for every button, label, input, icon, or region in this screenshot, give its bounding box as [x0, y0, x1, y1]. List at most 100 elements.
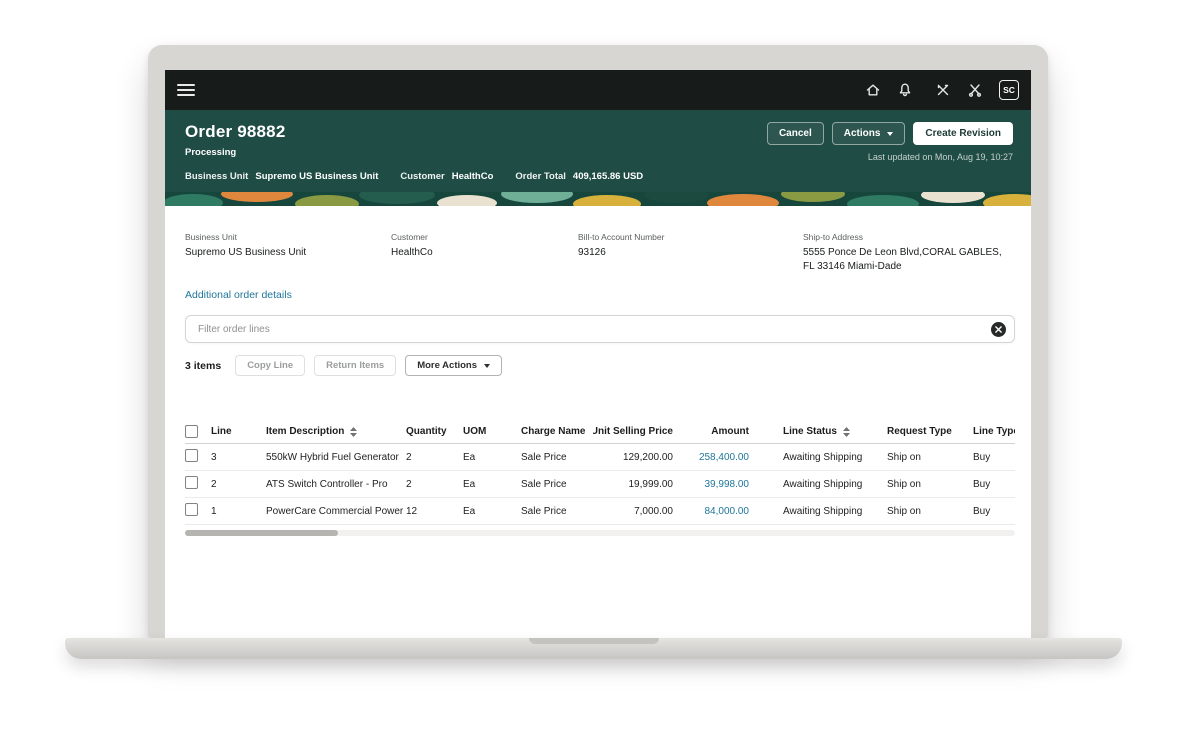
table-row[interactable]: 1 PowerCare Commercial Power M 12 Ea Sal… — [185, 498, 1015, 525]
column-header-request-type: Request Type — [887, 426, 973, 437]
column-header-line-type: Line Type — [973, 426, 1015, 437]
order-detail-fields: Business Unit Supremo US Business Unit C… — [185, 232, 1015, 273]
cell-unit-selling-price: 7,000.00 — [593, 506, 679, 517]
order-summary-strip: Business Unit Supremo US Business Unit C… — [185, 171, 1013, 182]
more-actions-button[interactable]: More Actions — [405, 355, 502, 376]
field-value: Supremo US Business Unit — [185, 246, 379, 260]
table-row[interactable]: 2 ATS Switch Controller - Pro 2 Ea Sale … — [185, 471, 1015, 498]
actions-label: Actions — [844, 128, 881, 139]
row-checkbox[interactable] — [185, 476, 198, 489]
cell-charge-name: Sale Price — [521, 479, 593, 490]
cell-amount-link[interactable]: 84,000.00 — [679, 506, 755, 517]
table-header-row: Line Item Description Quantity UOM Charg… — [185, 420, 1015, 444]
horizontal-scrollbar-thumb[interactable] — [185, 530, 338, 536]
items-count: 3 items — [185, 360, 221, 372]
home-icon[interactable] — [865, 82, 881, 98]
app-screen: SC Order 98882 Processing Cancel Actions — [165, 70, 1031, 638]
order-content: Business Unit Supremo US Business Unit C… — [165, 206, 1031, 638]
cell-line-status: Awaiting Shipping — [755, 452, 887, 463]
cell-request-type: Ship on — [887, 479, 973, 490]
field-customer: Customer HealthCo — [391, 232, 578, 273]
copy-line-button[interactable]: Copy Line — [235, 355, 305, 376]
column-header-line-status[interactable]: Line Status — [755, 426, 887, 437]
order-header: Order 98882 Processing Cancel Actions Cr… — [165, 110, 1031, 192]
field-value: 5555 Ponce De Leon Blvd,CORAL GABLES, FL… — [803, 246, 1003, 273]
cell-uom: Ea — [463, 452, 521, 463]
filter-bar — [185, 315, 1015, 343]
cell-amount-link[interactable]: 258,400.00 — [679, 452, 755, 463]
summary-value: HealthCo — [452, 171, 494, 182]
cell-unit-selling-price: 129,200.00 — [593, 452, 679, 463]
column-header-charge-name: Charge Name — [521, 426, 593, 437]
hammer-wrench-icon[interactable] — [935, 82, 951, 98]
page-title: Order 98882 — [185, 122, 286, 142]
stage: SC Order 98882 Processing Cancel Actions — [0, 0, 1187, 742]
summary-business-unit: Business Unit Supremo US Business Unit — [185, 171, 378, 182]
column-header-unit-selling-price: Unit Selling Price — [593, 426, 679, 437]
field-business-unit: Business Unit Supremo US Business Unit — [185, 232, 391, 273]
select-all-checkbox[interactable] — [185, 425, 198, 438]
summary-label: Business Unit — [185, 171, 248, 182]
summary-value: Supremo US Business Unit — [255, 171, 378, 182]
order-lines-table: Line Item Description Quantity UOM Charg… — [185, 420, 1015, 536]
create-revision-button[interactable]: Create Revision — [913, 122, 1013, 145]
clear-filter-icon[interactable] — [991, 322, 1006, 337]
summary-label: Order Total — [515, 171, 566, 182]
chevron-down-icon — [484, 364, 490, 368]
field-label: Customer — [391, 232, 566, 242]
cell-line-number: 3 — [211, 452, 266, 463]
summary-customer: Customer HealthCo — [400, 171, 493, 182]
cell-uom: Ea — [463, 506, 521, 517]
last-updated-text: Last updated on Mon, Aug 19, 10:27 — [767, 152, 1013, 162]
sort-icon[interactable] — [843, 427, 850, 437]
cell-line-number: 2 — [211, 479, 266, 490]
field-label: Business Unit — [185, 232, 379, 242]
column-header-item-description[interactable]: Item Description — [266, 426, 406, 437]
cancel-button[interactable]: Cancel — [767, 122, 824, 145]
cell-request-type: Ship on — [887, 506, 973, 517]
column-header-line: Line — [211, 426, 266, 437]
cell-charge-name: Sale Price — [521, 506, 593, 517]
cell-item-description: ATS Switch Controller - Pro — [266, 479, 406, 490]
cell-item-description: 550kW Hybrid Fuel Generator — [266, 452, 406, 463]
row-checkbox[interactable] — [185, 449, 198, 462]
bell-icon[interactable] — [897, 82, 913, 98]
hamburger-menu-icon[interactable] — [177, 84, 195, 96]
column-header-quantity: Quantity — [406, 426, 463, 437]
cell-line-status: Awaiting Shipping — [755, 506, 887, 517]
additional-order-details-link[interactable]: Additional order details — [185, 289, 292, 301]
horizontal-scrollbar-track[interactable] — [185, 530, 1015, 536]
scissors-icon[interactable] — [967, 82, 983, 98]
column-label: Line Status — [783, 426, 837, 437]
cell-line-type: Buy — [973, 479, 1015, 490]
row-checkbox[interactable] — [185, 503, 198, 516]
cell-line-type: Buy — [973, 506, 1015, 517]
cell-quantity: 2 — [406, 479, 463, 490]
table-row[interactable]: 3 550kW Hybrid Fuel Generator 2 Ea Sale … — [185, 444, 1015, 471]
column-header-amount: Amount — [679, 426, 755, 437]
cell-uom: Ea — [463, 479, 521, 490]
decorative-pattern-band — [165, 192, 1031, 206]
field-label: Bill-to Account Number — [578, 232, 791, 242]
actions-dropdown-button[interactable]: Actions — [832, 122, 906, 145]
filter-input[interactable] — [198, 324, 991, 335]
more-actions-label: More Actions — [417, 360, 477, 371]
return-items-button[interactable]: Return Items — [314, 355, 396, 376]
summary-value: 409,165.86 USD — [573, 171, 643, 182]
field-value: 93126 — [578, 246, 791, 260]
lines-toolbar: 3 items Copy Line Return Items More Acti… — [185, 355, 1015, 376]
cell-unit-selling-price: 19,999.00 — [593, 479, 679, 490]
cell-amount-link[interactable]: 39,998.00 — [679, 479, 755, 490]
cell-charge-name: Sale Price — [521, 452, 593, 463]
cell-line-status: Awaiting Shipping — [755, 479, 887, 490]
sort-icon[interactable] — [350, 427, 357, 437]
column-header-uom: UOM — [463, 426, 521, 437]
order-title-block: Order 98882 Processing — [185, 122, 286, 158]
cell-quantity: 12 — [406, 506, 463, 517]
global-topbar: SC — [165, 70, 1031, 110]
cell-item-description: PowerCare Commercial Power M — [266, 506, 406, 517]
summary-label: Customer — [400, 171, 444, 182]
user-avatar[interactable]: SC — [999, 80, 1019, 100]
summary-order-total: Order Total 409,165.86 USD — [515, 171, 643, 182]
cell-request-type: Ship on — [887, 452, 973, 463]
